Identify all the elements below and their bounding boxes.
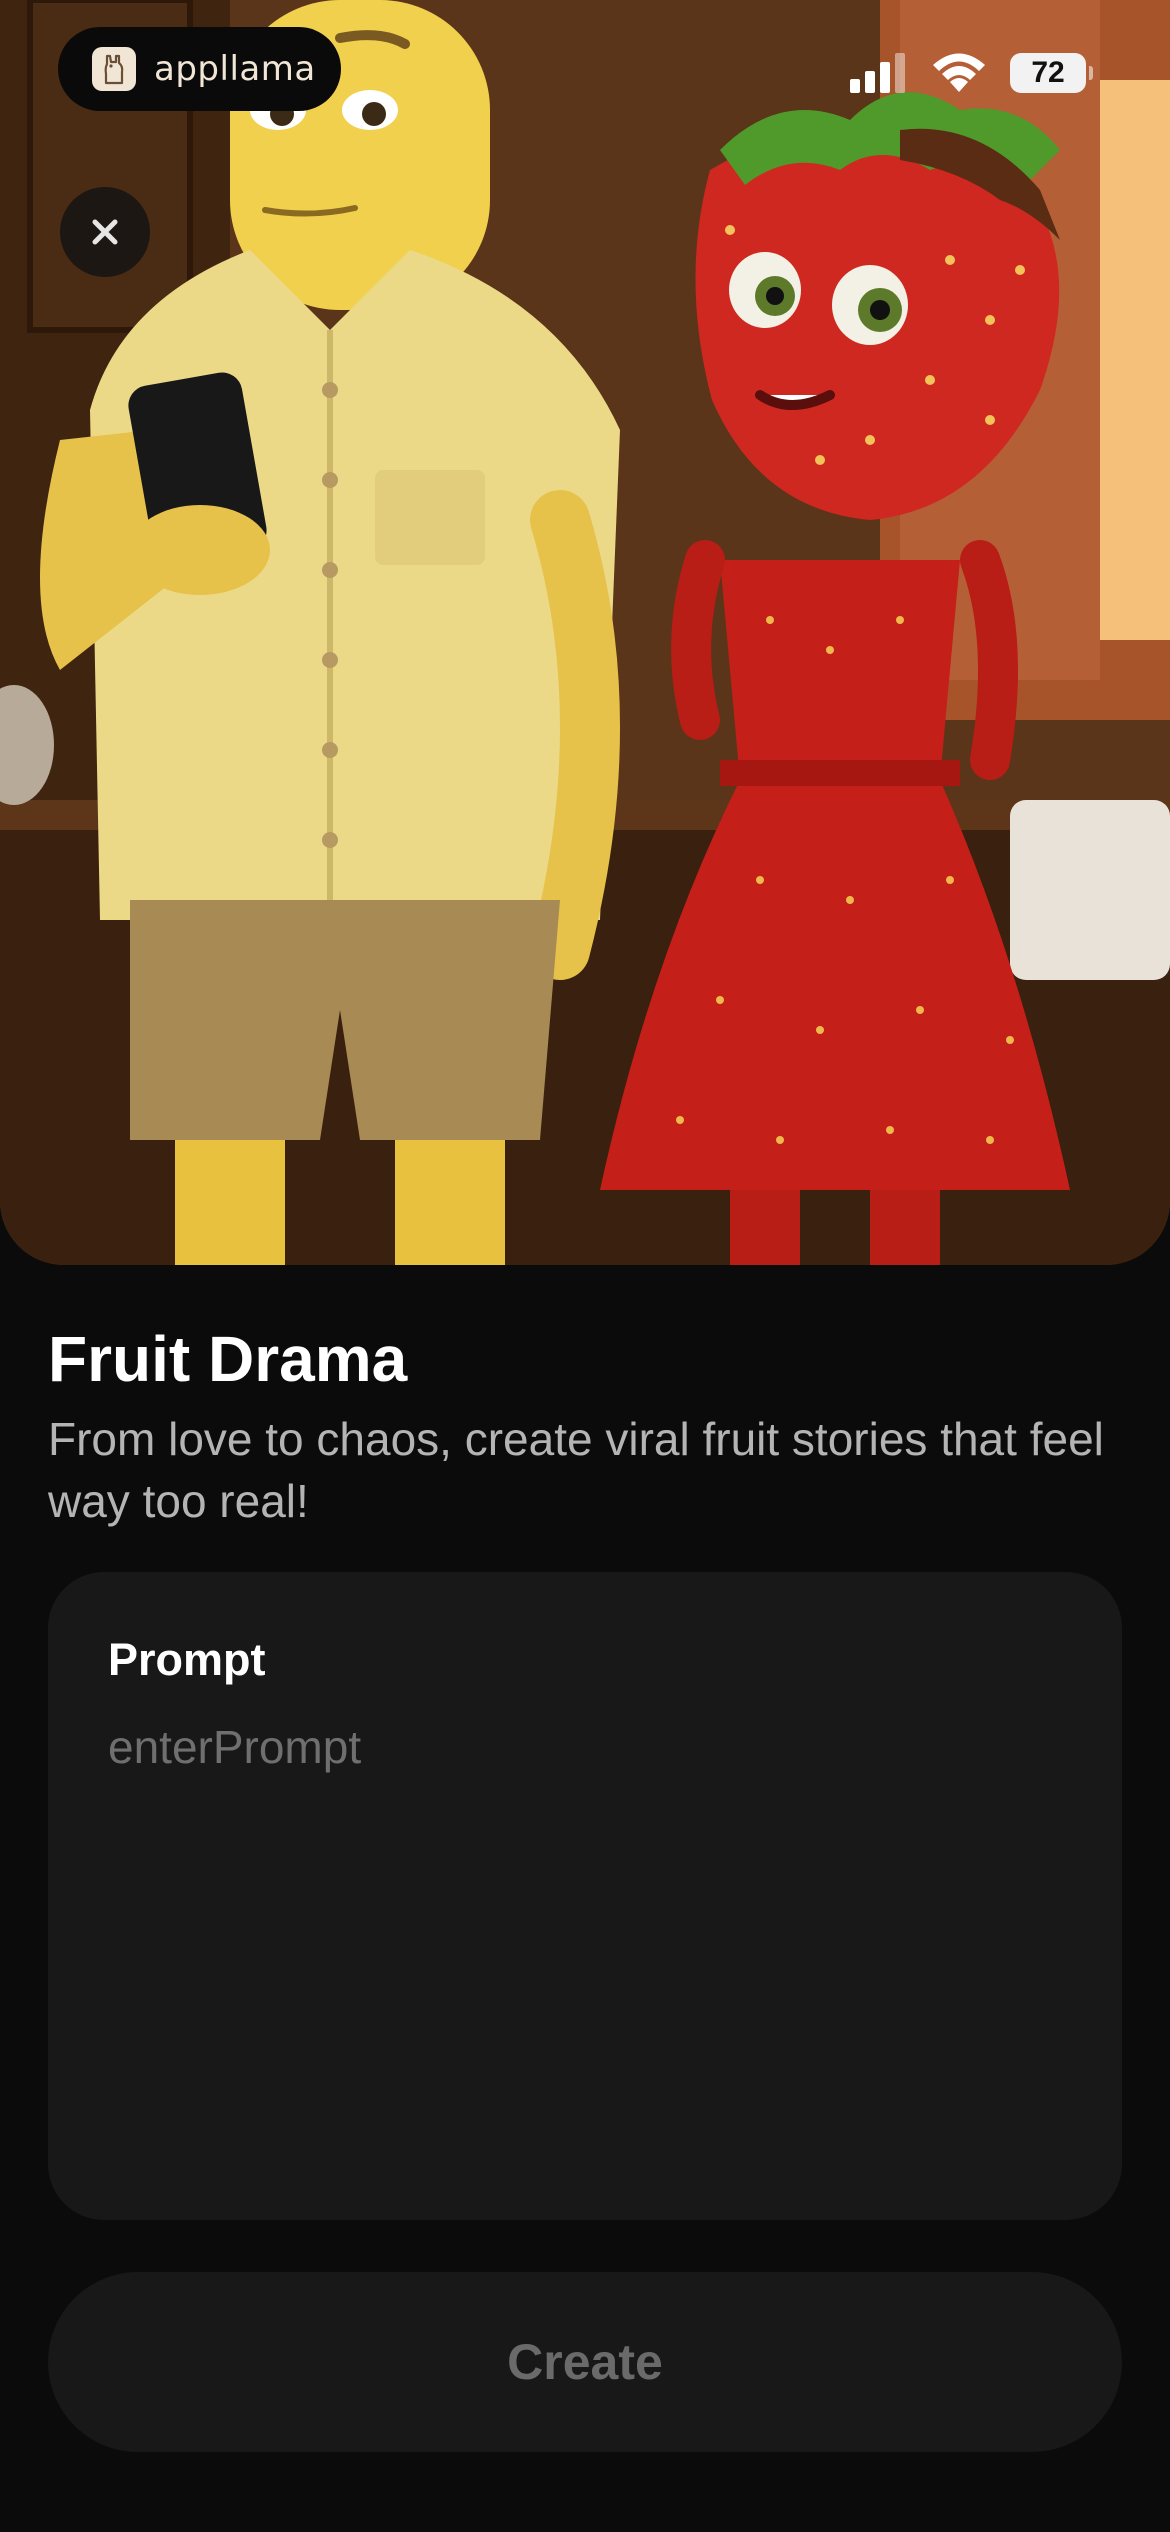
create-button[interactable]: Create — [48, 2272, 1122, 2452]
status-bar: 72 — [850, 52, 1093, 94]
page-subtitle: From love to chaos, create viral fruit s… — [48, 1413, 1104, 1527]
fruit-drama-illustration — [0, 0, 1170, 1265]
prompt-card: Prompt — [48, 1572, 1122, 2220]
hero-image — [0, 0, 1170, 1265]
battery-icon: 72 — [1010, 53, 1093, 93]
app-name: appllama — [154, 49, 316, 89]
cellular-signal-icon — [850, 53, 905, 93]
wifi-icon — [933, 53, 985, 92]
page-title: Fruit Drama — [48, 1323, 408, 1395]
close-button[interactable] — [60, 187, 150, 277]
prompt-label: Prompt — [108, 1634, 266, 1685]
close-icon — [92, 219, 118, 245]
battery-level: 72 — [1031, 56, 1065, 89]
prompt-input[interactable] — [108, 1720, 1062, 2170]
app-badge: appllama — [58, 27, 341, 111]
llama-logo-icon — [92, 47, 136, 91]
